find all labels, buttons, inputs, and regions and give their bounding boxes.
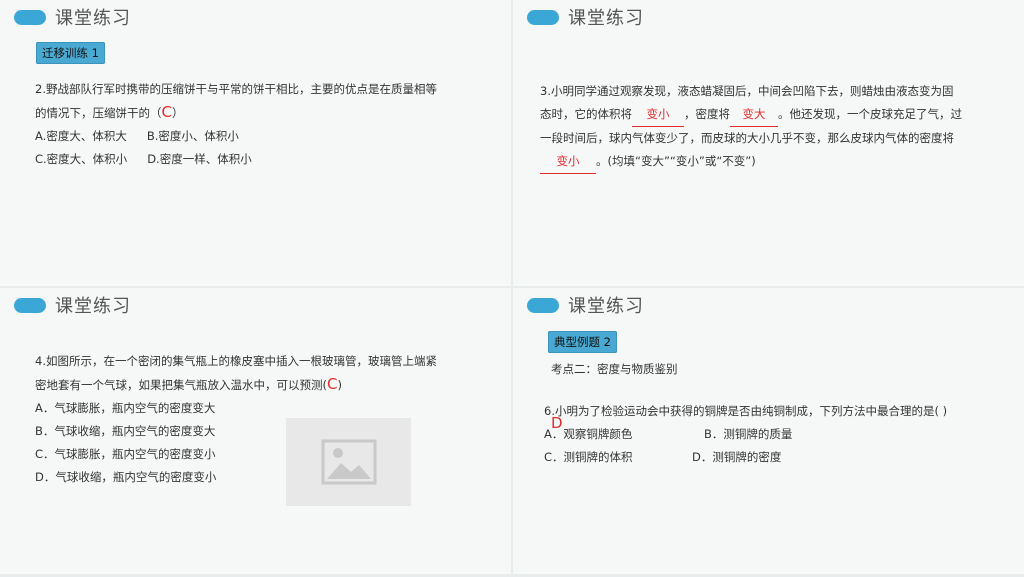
question-line-2: 态时，它的体积将 变小 ，密度将 变大 。他还发现，一个皮球充足了气，过 xyxy=(540,103,1010,127)
options-block: A．观察铜牌颜色 B．测铜牌的质量 C．测铜牌的体积 D．测铜牌的密度 xyxy=(544,423,792,469)
option-d: D．测铜牌的密度 xyxy=(692,450,782,464)
option-b: B．测铜牌的质量 xyxy=(704,427,793,441)
panel-title: 课堂练习 xyxy=(55,8,131,29)
title-pill-icon xyxy=(14,297,46,313)
slide-panel-2: 课堂练习 3.小明同学通过观察发现，液态蜡凝固后，中间会凹陷下去，则蜡烛由液态变… xyxy=(513,0,1024,286)
image-placeholder xyxy=(286,418,411,506)
question-line-1: 4.如图所示，在一个密闭的集气瓶上的橡皮塞中插入一根玻璃管，玻璃管上端紧 xyxy=(35,354,437,368)
slide-panel-3: 课堂练习 4.如图所示，在一个密闭的集气瓶上的橡皮塞中插入一根玻璃管，玻璃管上端… xyxy=(0,288,511,574)
answer-blank-2: 变大 xyxy=(730,103,778,127)
section-badge: 典型例题 2 xyxy=(548,331,617,353)
question-text: 3.小明同学通过观察发现，液态蜡凝固后，中间会凹陷下去，则蜡烛由液态变为固 态时… xyxy=(540,80,1010,174)
panel-header: 课堂练习 xyxy=(14,5,131,29)
option-c: C.密度大、体积小 xyxy=(35,152,128,166)
image-placeholder-icon xyxy=(321,439,376,485)
option-b: B.密度小、体积小 xyxy=(146,129,239,143)
options-row-1: A．观察铜牌颜色 B．测铜牌的质量 xyxy=(544,423,792,446)
question-text: 2.野战部队行军时携带的压缩饼干与平常的饼干相比，主要的优点是在质量相等 的情况… xyxy=(35,78,437,171)
options-row-1: A.密度大、体积大 B.密度小、体积小 xyxy=(35,125,437,148)
panel-title: 课堂练习 xyxy=(568,296,644,317)
topic-text: 考点二：密度与物质鉴别 xyxy=(551,362,678,376)
panel-title: 课堂练习 xyxy=(568,8,644,29)
question-line-1: 2.野战部队行军时携带的压缩饼干与平常的饼干相比，主要的优点是在质量相等 xyxy=(35,82,437,96)
panel-header: 课堂练习 xyxy=(527,5,644,29)
title-pill-icon xyxy=(14,9,46,25)
answer-blank-1: 变小 xyxy=(632,103,684,127)
slide-panel-1: 课堂练习 迁移训练 1 2.野战部队行军时携带的压缩饼干与平常的饼干相比，主要的… xyxy=(0,0,511,286)
question-text: 6.小明为了检验运动会中获得的铜牌是否由纯铜制成，下列方法中最合理的是( ) xyxy=(544,404,948,418)
panel-title: 课堂练习 xyxy=(55,296,131,317)
question-line-2: 的情况下，压缩饼干的（C） xyxy=(35,103,184,121)
question-line-2: 密地套有一个气球，如果把集气瓶放入温水中，可以预测(C) xyxy=(35,375,342,393)
question-line-1: 3.小明同学通过观察发现，液态蜡凝固后，中间会凹陷下去，则蜡烛由液态变为固 xyxy=(540,84,954,98)
answer-mark: C xyxy=(326,375,338,393)
answer-mark: C xyxy=(161,103,172,121)
option-a: A．气球膨胀，瓶内空气的密度变大 xyxy=(35,401,216,415)
option-a: A.密度大、体积大 xyxy=(35,129,127,143)
question-line-4: 变小 。(均填“变大”“变小”或“不变”) xyxy=(540,150,1010,174)
question-line-3: 一段时间后，球内气体变少了，而皮球的大小几乎不变，那么皮球内气体的密度将 xyxy=(540,131,954,145)
answer-blank-3: 变小 xyxy=(540,150,596,174)
options-row-2: C．测铜牌的体积 D．测铜牌的密度 xyxy=(544,446,792,469)
option-c: C．测铜牌的体积 xyxy=(544,450,633,464)
option-d: D.密度一样、体积小 xyxy=(147,152,252,166)
section-badge: 迁移训练 1 xyxy=(36,42,105,64)
slide-panel-4: 课堂练习 典型例题 2 考点二：密度与物质鉴别 6.小明为了检验运动会中获得的铜… xyxy=(513,288,1024,574)
panel-header: 课堂练习 xyxy=(14,293,131,317)
options-row-2: C.密度大、体积小 D.密度一样、体积小 xyxy=(35,148,437,171)
option-a: A．观察铜牌颜色 xyxy=(544,427,633,441)
title-pill-icon xyxy=(527,9,559,25)
title-pill-icon xyxy=(527,297,559,313)
panel-header: 课堂练习 xyxy=(527,293,644,317)
